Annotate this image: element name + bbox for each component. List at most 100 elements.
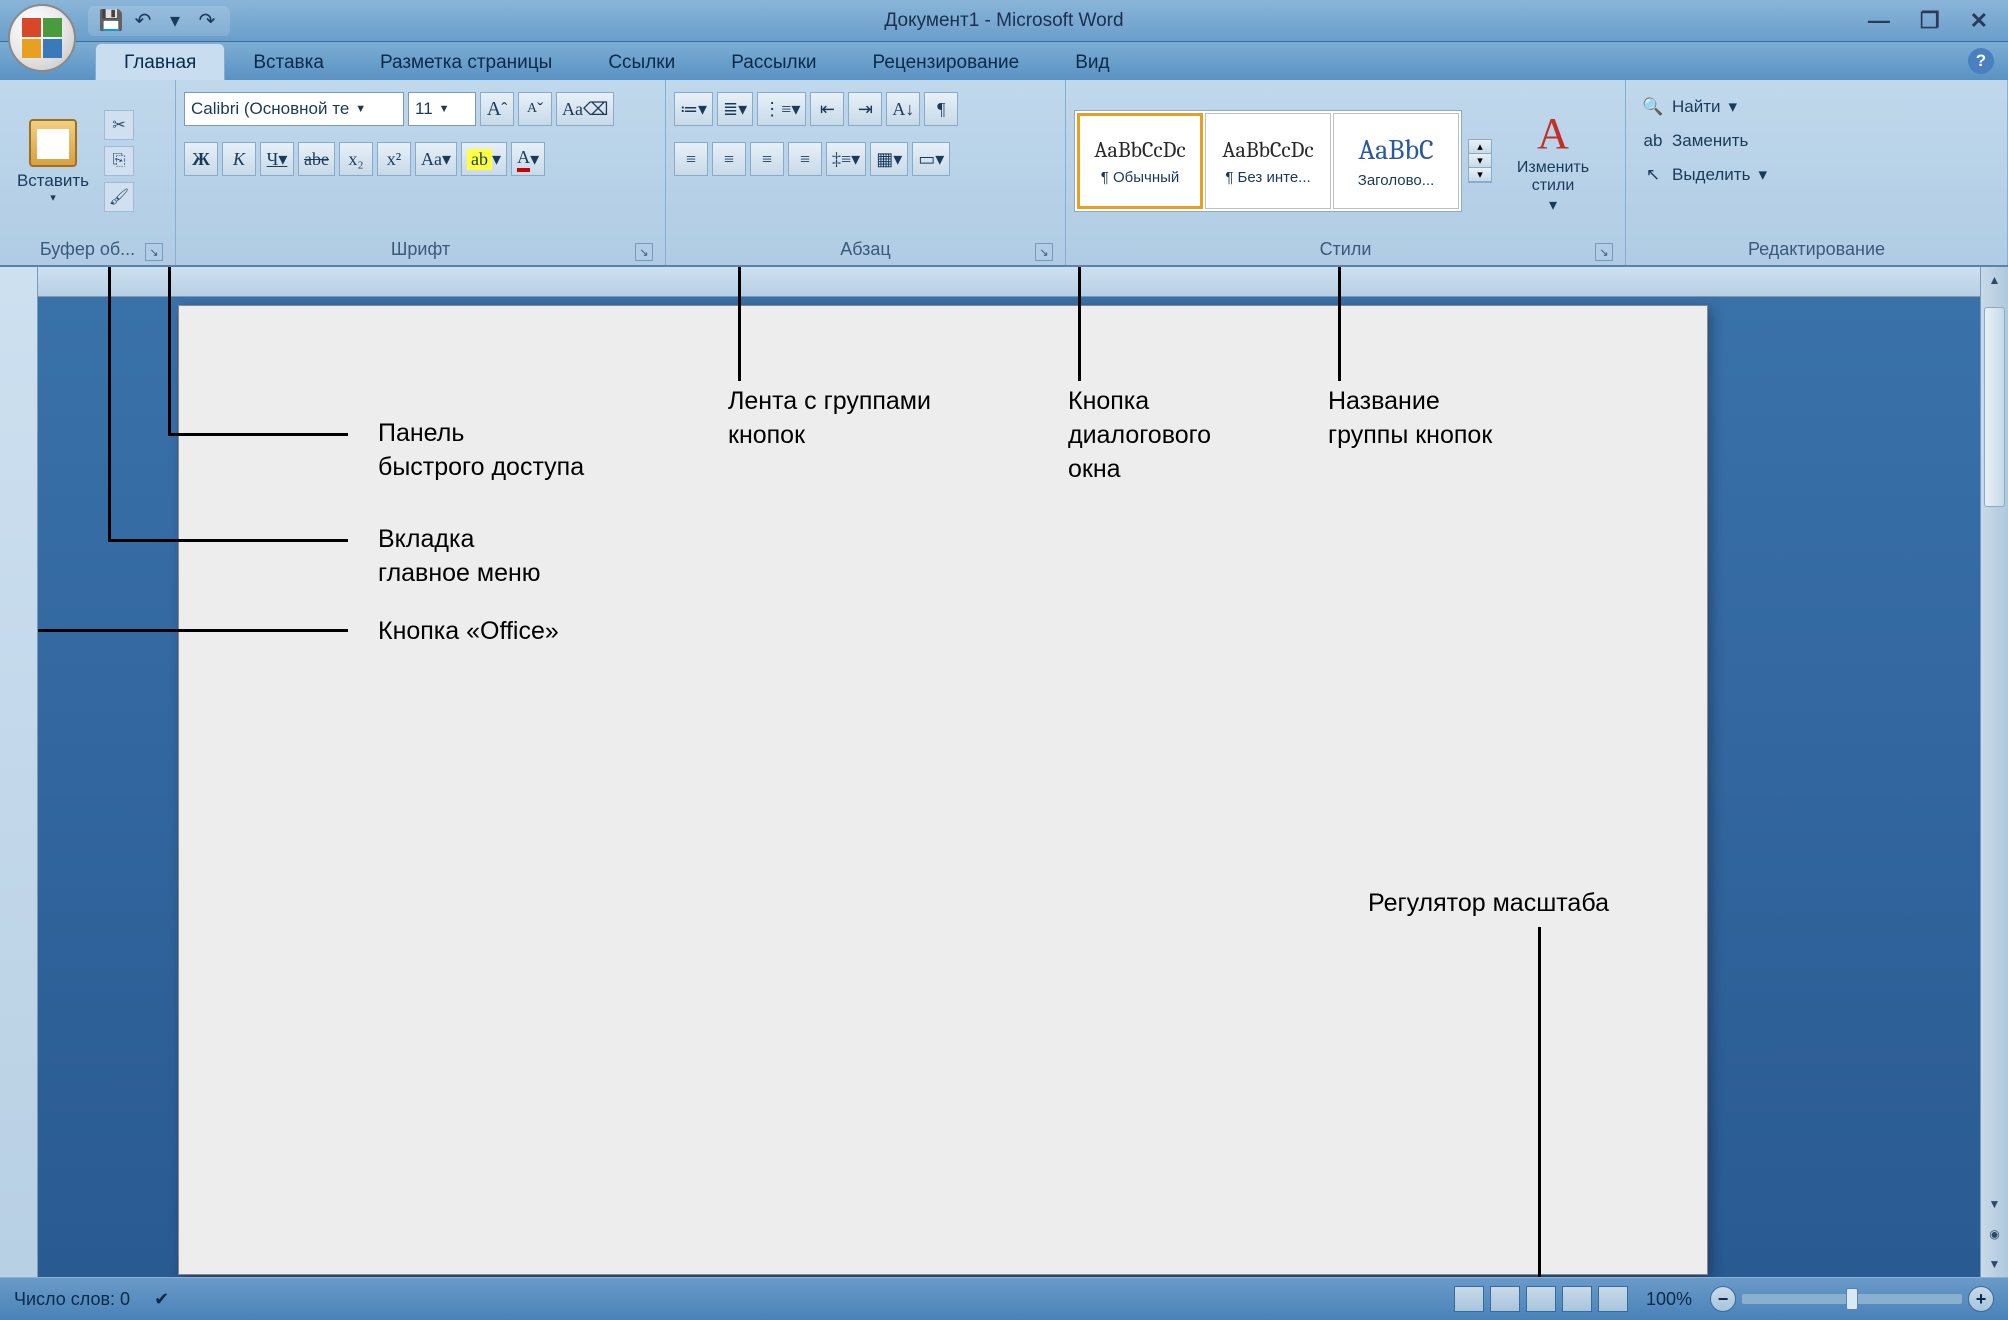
show-marks-button[interactable]: ¶	[924, 92, 958, 126]
find-button[interactable]: 🔍Найти ▾	[1634, 92, 1775, 122]
tab-view[interactable]: Вид	[1047, 44, 1137, 80]
quick-access-toolbar: 💾 ↶ ▾ ↷	[88, 6, 230, 36]
ribbon-tabs: Главная Вставка Разметка страницы Ссылки…	[0, 42, 2008, 80]
anno-tab: Вкладка главное меню	[378, 523, 541, 591]
minimize-button[interactable]: —	[1868, 8, 1890, 34]
justify-button[interactable]: ≡	[788, 142, 822, 176]
zoom-thumb[interactable]	[1846, 1288, 1858, 1310]
copy-icon[interactable]: ⎘	[104, 146, 134, 176]
multilevel-button[interactable]: ⋮≡▾	[757, 92, 806, 126]
prev-page-icon[interactable]: ◉	[1981, 1221, 2008, 1247]
maximize-button[interactable]: ❐	[1920, 8, 1940, 34]
change-styles-button[interactable]: A Изменить стили ▾	[1498, 108, 1608, 215]
tab-insert[interactable]: Вставка	[225, 44, 352, 80]
bold-button[interactable]: Ж	[184, 142, 218, 176]
word-count[interactable]: Число слов: 0	[14, 1289, 130, 1310]
superscript-button[interactable]: x²	[377, 142, 411, 176]
borders-button[interactable]: ▭▾	[912, 142, 950, 176]
title-bar: 💾 ↶ ▾ ↷ Документ1 - Microsoft Word — ❐ ✕	[0, 0, 2008, 42]
anno-office: Кнопка «Office»	[378, 615, 559, 649]
tab-home[interactable]: Главная	[95, 43, 225, 80]
save-icon[interactable]: 💾	[98, 8, 124, 34]
tab-references[interactable]: Ссылки	[580, 44, 703, 80]
group-paragraph: ≔▾ ≣▾ ⋮≡▾ ⇤ ⇥ A↓ ¶ ≡ ≡ ≡ ≡ ‡≡▾ ▦▾ ▭▾	[666, 80, 1066, 265]
font-size-combo[interactable]: 11▼	[408, 92, 476, 126]
office-logo-icon	[22, 18, 62, 58]
tab-review[interactable]: Рецензирование	[845, 44, 1048, 80]
scroll-thumb[interactable]	[1984, 307, 2005, 507]
select-button[interactable]: ↖Выделить ▾	[1634, 160, 1775, 190]
close-button[interactable]: ✕	[1970, 8, 1988, 34]
group-styles: AaBbCcDc¶ Обычный AaBbCcDc¶ Без инте... …	[1066, 80, 1626, 265]
select-icon: ↖	[1642, 164, 1664, 186]
redo-icon[interactable]: ↷	[194, 8, 220, 34]
grow-font-button[interactable]: Aˆ	[480, 92, 514, 126]
scroll-down-icon[interactable]: ▼	[1981, 1191, 2008, 1217]
align-center-button[interactable]: ≡	[712, 142, 746, 176]
format-painter-icon[interactable]: 🖌	[104, 182, 134, 212]
dialog-launcher-styles[interactable]: ↘	[1595, 243, 1613, 261]
subscript-button[interactable]: x₂	[339, 142, 373, 176]
next-page-icon[interactable]: ▼	[1981, 1251, 2008, 1277]
line-spacing-button[interactable]: ‡≡▾	[826, 142, 866, 176]
numbering-button[interactable]: ≣▾	[717, 92, 753, 126]
office-button[interactable]	[8, 4, 76, 72]
vertical-scrollbar[interactable]: ▲ ▼ ◉ ▼	[1980, 267, 2008, 1277]
window-controls: — ❐ ✕	[1868, 8, 2008, 34]
group-label-paragraph: Абзац↘	[674, 236, 1057, 265]
find-icon: 🔍	[1642, 96, 1664, 118]
italic-button[interactable]: К	[222, 142, 256, 176]
highlight-button[interactable]: ab▾	[461, 142, 507, 176]
indent-decrease-button[interactable]: ⇤	[810, 92, 844, 126]
ribbon: Вставить ▾ ✂ ⎘ 🖌 Буфер об...↘ Calibri (О…	[0, 80, 2008, 267]
sort-button[interactable]: A↓	[886, 92, 920, 126]
dropdown-icon[interactable]: ▾	[162, 8, 188, 34]
group-editing: 🔍Найти ▾ abЗаменить ↖Выделить ▾ Редактир…	[1626, 80, 2008, 265]
style-normal[interactable]: AaBbCcDc¶ Обычный	[1077, 113, 1203, 209]
group-clipboard: Вставить ▾ ✂ ⎘ 🖌 Буфер об...↘	[0, 80, 176, 265]
zoom-slider[interactable]	[1742, 1294, 1962, 1304]
clear-format-button[interactable]: Aa⌫	[556, 92, 614, 126]
vertical-ruler[interactable]	[0, 267, 38, 1277]
dialog-launcher-clipboard[interactable]: ↘	[145, 243, 163, 261]
view-draft[interactable]	[1598, 1286, 1628, 1312]
align-right-button[interactable]: ≡	[750, 142, 784, 176]
font-name-combo[interactable]: Calibri (Основной те▼	[184, 92, 404, 126]
indent-increase-button[interactable]: ⇥	[848, 92, 882, 126]
zoom-level[interactable]: 100%	[1646, 1289, 1692, 1310]
spellcheck-icon[interactable]: ✔	[154, 1289, 169, 1310]
zoom-out-button[interactable]: −	[1710, 1286, 1736, 1312]
paste-button[interactable]: Вставить ▾	[8, 86, 98, 236]
group-label-font: Шрифт↘	[184, 236, 657, 265]
tab-mailings[interactable]: Рассылки	[703, 44, 844, 80]
replace-button[interactable]: abЗаменить	[1634, 126, 1775, 156]
change-case-button[interactable]: Aa▾	[415, 142, 457, 176]
undo-icon[interactable]: ↶	[130, 8, 156, 34]
shading-button[interactable]: ▦▾	[870, 142, 908, 176]
replace-icon: ab	[1642, 130, 1664, 152]
change-styles-label: Изменить стили	[1498, 159, 1608, 195]
zoom-in-button[interactable]: +	[1968, 1286, 1994, 1312]
gallery-more[interactable]: ▴▾▾	[1468, 139, 1492, 183]
cut-icon[interactable]: ✂	[104, 110, 134, 140]
view-outline[interactable]	[1562, 1286, 1592, 1312]
view-web[interactable]	[1526, 1286, 1556, 1312]
underline-button[interactable]: Ч ▾	[260, 142, 294, 176]
align-left-button[interactable]: ≡	[674, 142, 708, 176]
anno-ribbon: Лента с группами кнопок	[728, 385, 931, 453]
style-heading1[interactable]: AaBbCЗаголово...	[1333, 113, 1459, 209]
horizontal-ruler[interactable]	[38, 267, 2008, 297]
style-nospacing[interactable]: AaBbCcDc¶ Без инте...	[1205, 113, 1331, 209]
dialog-launcher-paragraph[interactable]: ↘	[1035, 243, 1053, 261]
tab-layout[interactable]: Разметка страницы	[352, 44, 580, 80]
view-print-layout[interactable]	[1454, 1286, 1484, 1312]
bullets-button[interactable]: ≔▾	[674, 92, 713, 126]
clipboard-icon	[29, 119, 77, 167]
scroll-up-icon[interactable]: ▲	[1981, 267, 2008, 293]
font-color-button[interactable]: A▾	[511, 142, 545, 176]
help-icon[interactable]: ?	[1968, 48, 1994, 74]
dialog-launcher-font[interactable]: ↘	[635, 243, 653, 261]
strike-button[interactable]: abe	[298, 142, 335, 176]
shrink-font-button[interactable]: Aˇ	[518, 92, 552, 126]
view-fullscreen[interactable]	[1490, 1286, 1520, 1312]
